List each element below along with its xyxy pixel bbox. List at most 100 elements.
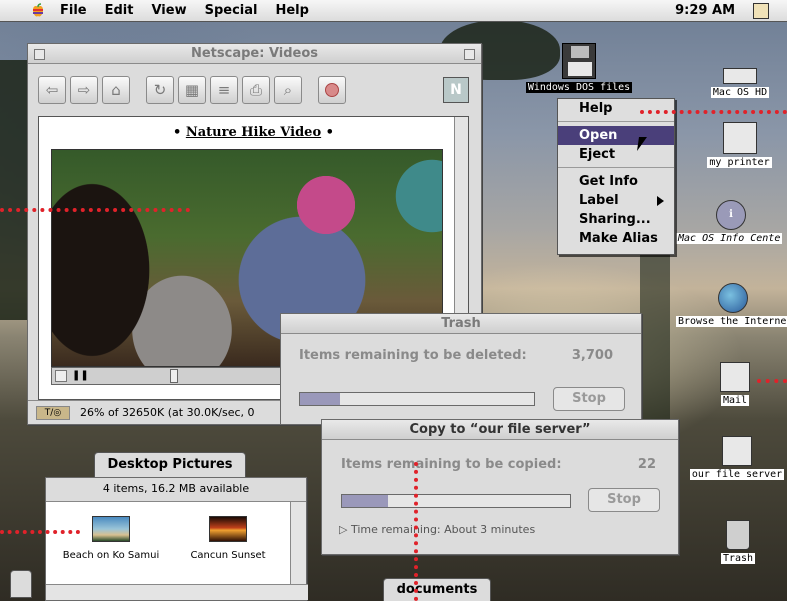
menu-separator (558, 167, 674, 168)
file-name: Cancun Sunset (190, 550, 266, 561)
file-server-icon (722, 436, 752, 466)
menu-view[interactable]: View (151, 3, 186, 18)
icon-label: Mac OS HD (710, 87, 770, 98)
progress-fill (300, 393, 340, 405)
vertical-scrollbar[interactable] (290, 502, 306, 584)
desktop-icon-browse[interactable]: Browse the Interne (676, 283, 787, 327)
info-icon: i (716, 200, 746, 230)
trash-titlebar[interactable]: Trash (281, 314, 641, 334)
floppy-disk-icon (562, 43, 596, 79)
menu-edit[interactable]: Edit (105, 3, 134, 18)
netscape-throbber-icon[interactable]: N (443, 77, 469, 103)
icon-label: Windows DOS files (525, 82, 633, 93)
disclosure-triangle-icon[interactable]: ▷ (339, 523, 351, 536)
images-icon[interactable]: ▦ (178, 76, 206, 104)
menu-item-get-info[interactable]: Get Info (558, 172, 674, 191)
window-title: Netscape: Videos (190, 46, 319, 61)
trash-progress-window: Trash Items remaining to be deleted: 3,7… (280, 313, 642, 425)
icon-label: our file server (689, 469, 785, 480)
pop-up-window-tab[interactable] (10, 570, 32, 598)
icon-label: Mac OS Info Cente (676, 233, 783, 244)
copy-titlebar[interactable]: Copy to “our file server” (322, 420, 678, 440)
pause-icon[interactable]: ❚❚ (72, 370, 89, 382)
stop-icon[interactable] (318, 76, 346, 104)
desktop-icon-mail[interactable]: Mail (710, 362, 760, 406)
trash-icon (726, 520, 750, 550)
desktop-pictures-window: 4 items, 16.2 MB available Beach on Ko S… (45, 477, 308, 601)
trash-progress-bar (299, 392, 535, 406)
globe-icon (718, 283, 748, 313)
printer-icon (722, 122, 757, 154)
callout-line (757, 379, 787, 383)
desktop-icon-trash[interactable]: Trash (713, 520, 763, 564)
menu-item-open[interactable]: Open (558, 126, 674, 145)
netscape-titlebar[interactable]: Netscape: Videos (28, 44, 481, 64)
copy-stop-button[interactable]: Stop (588, 488, 660, 512)
menu-help[interactable]: Help (275, 3, 308, 18)
icon-label: Mail (720, 395, 750, 406)
file-item[interactable]: Beach on Ko Samui (56, 516, 166, 561)
copy-progress-window: Copy to “our file server” Items remainin… (321, 419, 679, 555)
menu-clock[interactable]: 9:29 AM (675, 3, 735, 18)
desktop-icon-hd[interactable]: Mac OS HD (700, 62, 780, 98)
reload-icon[interactable]: ↻ (146, 76, 174, 104)
desktop-icon-floppy[interactable]: Windows DOS files (520, 43, 638, 93)
copy-remaining-label: Items remaining to be copied: (341, 457, 562, 472)
menu-bar: File Edit View Special Help 9:29 AM (0, 0, 787, 22)
progress-fill (342, 495, 388, 507)
menu-special[interactable]: Special (205, 3, 258, 18)
callout-line (0, 208, 190, 212)
window-title: Trash (441, 316, 481, 331)
menu-separator (558, 121, 674, 122)
menu-item-label[interactable]: Label (558, 191, 674, 210)
callout-line (414, 462, 418, 601)
icon-label: Browse the Interne (676, 316, 787, 327)
desktop-icon-server[interactable]: our file server (687, 436, 787, 480)
trash-stop-button[interactable]: Stop (553, 387, 625, 411)
horizontal-scrollbar[interactable] (46, 584, 308, 600)
icon-label: my printer (707, 157, 772, 168)
status-text: 26% of 32650K (at 30.0K/sec, 0 (80, 406, 255, 419)
menu-file[interactable]: File (60, 3, 87, 18)
close-box[interactable] (34, 49, 45, 60)
file-item[interactable]: Cancun Sunset (173, 516, 283, 561)
trash-remaining-label: Items remaining to be deleted: (299, 348, 527, 363)
desktop-pictures-tab[interactable]: Desktop Pictures (94, 452, 246, 478)
netscape-toolbar: ⇦ ⇨ ⌂ ↻ ▦ ≡ ⎙ ⌕ (28, 64, 481, 116)
folder-contents: Beach on Ko Samui Cancun Sunset (46, 502, 290, 584)
back-icon[interactable]: ⇦ (38, 76, 66, 104)
menu-item-help[interactable]: Help (558, 99, 674, 118)
speaker-icon[interactable] (55, 370, 67, 382)
home-icon[interactable]: ⌂ (102, 76, 130, 104)
mail-icon (720, 362, 750, 392)
zoom-box[interactable] (464, 49, 475, 60)
file-name: Beach on Ko Samui (62, 550, 160, 561)
menu-item-sharing[interactable]: Sharing... (558, 210, 674, 229)
copy-progress-bar (341, 494, 571, 508)
desktop-icon-info[interactable]: i Mac OS Info Cente (676, 200, 787, 244)
desktop-icon-printer[interactable]: my printer (692, 122, 787, 168)
submenu-arrow-icon (657, 196, 664, 206)
finder-icon[interactable] (753, 3, 769, 19)
context-menu: Help Open Eject Get Info Label Sharing..… (557, 98, 675, 255)
heading-bullet: • (173, 125, 182, 140)
video-scrubber[interactable] (170, 369, 178, 383)
security-icon[interactable]: T/◎ (36, 405, 70, 420)
heading-link[interactable]: Nature Hike Video (186, 125, 321, 140)
heading-bullet: • (325, 125, 334, 140)
menu-item-make-alias[interactable]: Make Alias (558, 229, 674, 248)
menu-item-eject[interactable]: Eject (558, 145, 674, 164)
time-remaining-text: Time remaining: About 3 minutes (350, 523, 536, 536)
page-heading: • Nature Hike Video • (39, 125, 468, 140)
callout-line (640, 110, 787, 114)
window-title: Copy to “our file server” (409, 422, 591, 437)
find-icon[interactable]: ⌕ (274, 76, 302, 104)
time-remaining[interactable]: ▷ Time remaining: About 3 minutes (339, 523, 535, 536)
print-icon[interactable]: ⎙ (242, 76, 270, 104)
documents-tab[interactable]: documents (383, 578, 491, 601)
open-icon[interactable]: ≡ (210, 76, 238, 104)
picture-thumbnail-icon (209, 516, 247, 542)
picture-thumbnail-icon (92, 516, 130, 542)
forward-icon[interactable]: ⇨ (70, 76, 98, 104)
apple-icon[interactable] (30, 2, 46, 19)
